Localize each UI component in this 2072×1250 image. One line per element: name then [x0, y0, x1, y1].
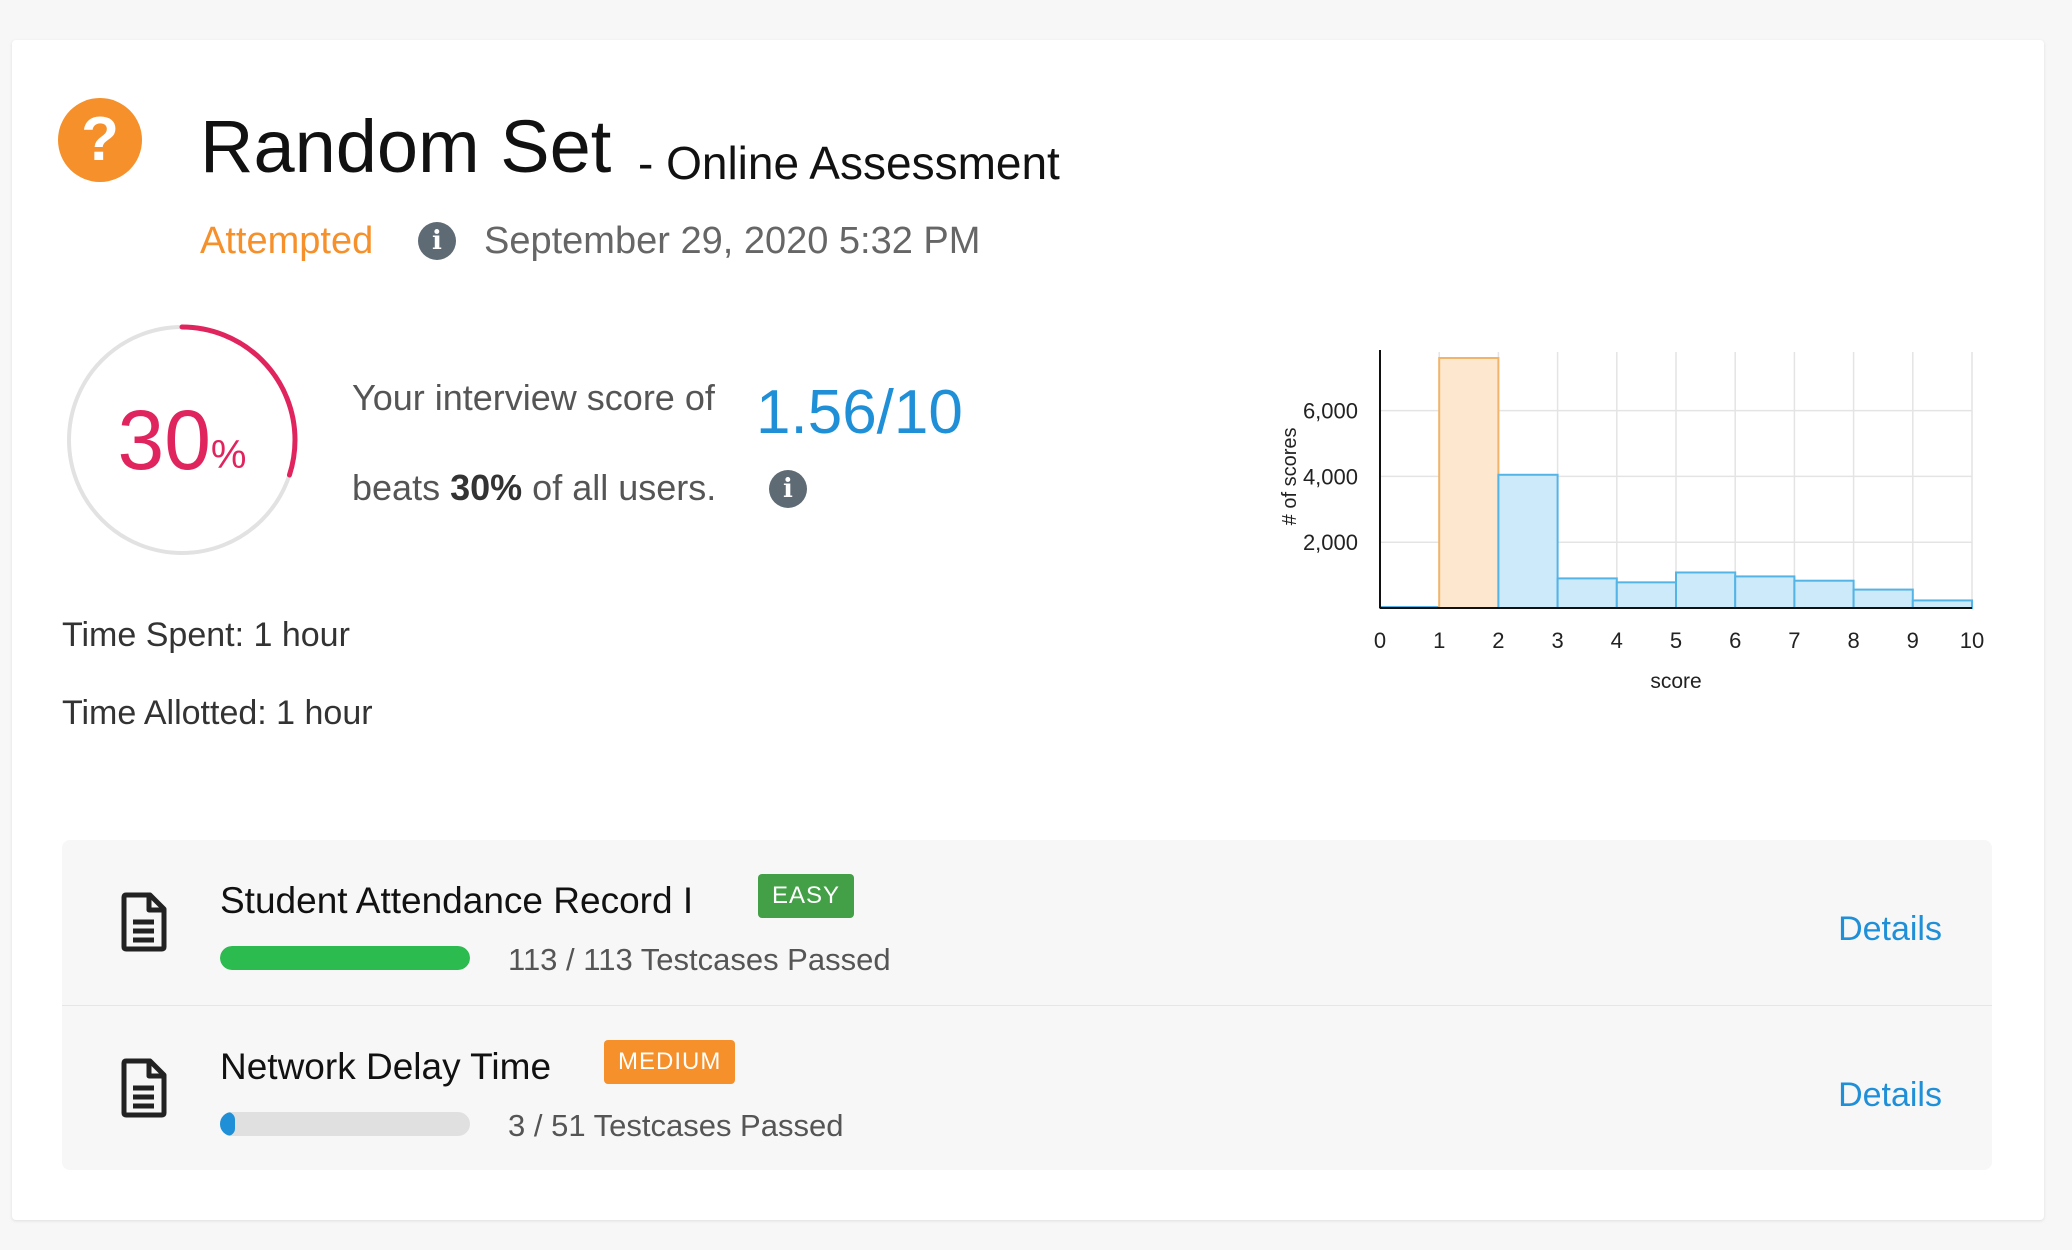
testcase-progress-bar — [220, 946, 470, 970]
difficulty-badge: MEDIUM — [604, 1040, 736, 1084]
testcases-passed: 3 / 51 Testcases Passed — [508, 1108, 844, 1143]
status-info-icon[interactable]: i — [418, 222, 456, 260]
beats-value: 30% — [450, 467, 523, 508]
beats-suffix: of all users. — [532, 467, 717, 508]
x-tick-label: 3 — [1551, 628, 1563, 653]
score-percent-sign: % — [210, 432, 247, 477]
status-label: Attempted — [200, 220, 374, 262]
histogram-bar-highlight — [1438, 357, 1500, 609]
attempt-date: September 29, 2020 5:32 PM — [484, 220, 981, 262]
x-tick-label: 6 — [1729, 628, 1741, 653]
testcase-progress-fill — [220, 1112, 235, 1136]
problem-name[interactable]: Network Delay Time — [220, 1048, 551, 1085]
histogram-bar — [1675, 571, 1737, 609]
x-tick-label: 7 — [1788, 628, 1800, 653]
document-icon — [121, 892, 167, 952]
x-tick-label: 4 — [1611, 628, 1623, 653]
histogram-bar — [1793, 579, 1855, 610]
problem-list: Student Attendance Record I EASY 113 / 1… — [62, 840, 1992, 1170]
x-axis-label: score — [1650, 670, 1701, 693]
document-icon — [121, 1058, 167, 1118]
testcase-progress-bar — [220, 1112, 470, 1136]
x-tick-label: 1 — [1433, 628, 1445, 653]
page-subtitle: - Online Assessment — [638, 137, 1060, 189]
y-tick-label: 4,000 — [1303, 464, 1358, 489]
x-tick-label: 9 — [1907, 628, 1919, 653]
histogram-bar — [1556, 577, 1618, 609]
time-allotted: Time Allotted: 1 hour — [62, 694, 373, 732]
time-spent: Time Spent: 1 hour — [62, 616, 350, 654]
details-link[interactable]: Details — [1838, 912, 1942, 946]
histogram-bar — [1911, 599, 1973, 609]
x-tick-label: 2 — [1492, 628, 1504, 653]
y-axis-label: # of scores — [1279, 428, 1301, 526]
score-ring-label: 30% — [64, 322, 300, 558]
score-distribution-chart: 0 1 2 3 4 5 6 7 8 9 10 2,000 4,000 6,000 score # of sco… — [1279, 350, 1984, 693]
histogram-bar — [1734, 575, 1796, 609]
histogram-bar — [1497, 473, 1559, 609]
details-link[interactable]: Details — [1838, 1078, 1942, 1112]
x-tick-label: 5 — [1670, 628, 1682, 653]
question-icon: ? — [58, 98, 142, 182]
score-value: 1.56/10 — [756, 378, 963, 447]
y-tick-label: 6,000 — [1303, 399, 1358, 424]
testcases-passed: 113 / 113 Testcases Passed — [508, 942, 891, 977]
page-title: Random Set — [200, 105, 612, 188]
problem-name[interactable]: Student Attendance Record I — [220, 882, 693, 919]
x-tick-label: 8 — [1847, 628, 1859, 653]
x-tick-label: 0 — [1374, 628, 1386, 653]
score-text: Your interview score of — [352, 377, 715, 418]
testcase-progress-fill — [220, 946, 470, 970]
score-percent: 30 — [117, 393, 211, 487]
histogram-bar — [1615, 581, 1677, 609]
problem-row: Student Attendance Record I EASY 113 / 1… — [62, 840, 1992, 1005]
score-info-icon[interactable]: i — [769, 470, 807, 508]
difficulty-badge: EASY — [758, 874, 855, 918]
beats-text: beats 30% of all users. — [352, 470, 716, 506]
y-tick-label: 2,000 — [1303, 530, 1358, 555]
x-tick-label: 10 — [1960, 628, 1984, 653]
problem-row: Network Delay Time MEDIUM 3 / 51 Testcas… — [62, 1005, 1992, 1171]
beats-prefix: beats — [352, 467, 441, 508]
histogram-bar — [1852, 588, 1914, 610]
